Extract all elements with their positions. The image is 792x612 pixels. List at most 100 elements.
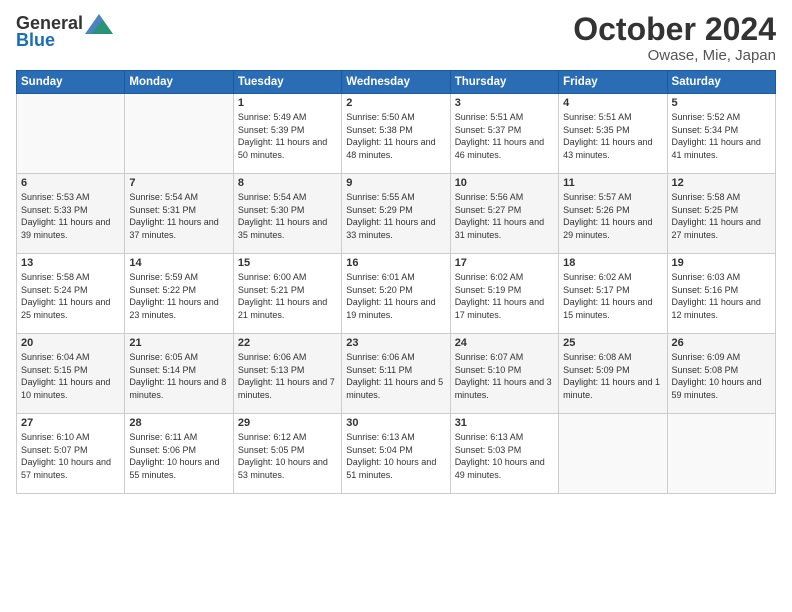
logo: General Blue	[16, 12, 113, 51]
day-number: 20	[21, 337, 120, 349]
month-title: October 2024	[573, 12, 776, 47]
calendar-cell	[125, 94, 233, 174]
day-info: Sunrise: 6:01 AMSunset: 5:20 PMDaylight:…	[346, 272, 435, 320]
calendar-cell: 14 Sunrise: 5:59 AMSunset: 5:22 PMDayligh…	[125, 254, 233, 334]
day-number: 2	[346, 97, 445, 109]
calendar-cell: 4Sunrise: 5:51 AMSunset: 5:35 PMDaylight…	[559, 94, 667, 174]
title-block: October 2024 Owase, Mie, Japan	[573, 12, 776, 64]
day-number: 7	[129, 177, 228, 189]
day-number: 14	[129, 257, 228, 269]
day-number: 9	[346, 177, 445, 189]
day-number: 26	[672, 337, 771, 349]
calendar-cell: 6 Sunrise: 5:53 AMSunset: 5:33 PMDaylight…	[17, 174, 125, 254]
calendar-cell: 11Sunrise: 5:57 AMSunset: 5:26 PMDayligh…	[559, 174, 667, 254]
day-info: Sunrise: 6:11 AMSunset: 5:06 PMDaylight:…	[129, 432, 219, 480]
day-info: Sunrise: 5:52 AMSunset: 5:34 PMDaylight:…	[672, 112, 761, 160]
day-info: Sunrise: 5:58 AMSunset: 5:25 PMDaylight:…	[672, 192, 761, 240]
day-info: Sunrise: 5:55 AMSunset: 5:29 PMDaylight:…	[346, 192, 435, 240]
calendar-week-0: 1Sunrise: 5:49 AMSunset: 5:39 PMDaylight…	[17, 94, 776, 174]
calendar-cell: 2 Sunrise: 5:50 AMSunset: 5:38 PMDaylight…	[342, 94, 450, 174]
calendar-cell: 12 Sunrise: 5:58 AMSunset: 5:25 PMDayligh…	[667, 174, 775, 254]
day-info: Sunrise: 5:53 AMSunset: 5:33 PMDaylight:…	[21, 192, 110, 240]
calendar-cell: 18 Sunrise: 6:02 AMSunset: 5:17 PMDayligh…	[559, 254, 667, 334]
day-number: 13	[21, 257, 120, 269]
day-info: Sunrise: 6:04 AMSunset: 5:15 PMDaylight:…	[21, 352, 110, 400]
day-info: Sunrise: 6:08 AMSunset: 5:09 PMDaylight:…	[563, 352, 660, 400]
day-number: 5	[672, 97, 771, 109]
day-number: 28	[129, 417, 228, 429]
calendar-cell: 16 Sunrise: 6:01 AMSunset: 5:20 PMDayligh…	[342, 254, 450, 334]
day-info: Sunrise: 6:00 AMSunset: 5:21 PMDaylight:…	[238, 272, 327, 320]
day-number: 12	[672, 177, 771, 189]
calendar-cell: 24 Sunrise: 6:07 AMSunset: 5:10 PMDayligh…	[450, 334, 558, 414]
day-number: 16	[346, 257, 445, 269]
calendar-week-4: 27 Sunrise: 6:10 AMSunset: 5:07 PMDayligh…	[17, 414, 776, 494]
calendar-week-1: 6 Sunrise: 5:53 AMSunset: 5:33 PMDaylight…	[17, 174, 776, 254]
day-number: 24	[455, 337, 554, 349]
calendar-cell: 23 Sunrise: 6:06 AMSunset: 5:11 PMDayligh…	[342, 334, 450, 414]
day-number: 18	[563, 257, 662, 269]
calendar-cell: 22Sunrise: 6:06 AMSunset: 5:13 PMDayligh…	[233, 334, 341, 414]
calendar-cell: 20 Sunrise: 6:04 AMSunset: 5:15 PMDayligh…	[17, 334, 125, 414]
day-number: 1	[238, 97, 337, 109]
day-info: Sunrise: 6:02 AMSunset: 5:17 PMDaylight:…	[563, 272, 652, 320]
day-number: 4	[563, 97, 662, 109]
day-number: 30	[346, 417, 445, 429]
calendar-cell: 26 Sunrise: 6:09 AMSunset: 5:08 PMDayligh…	[667, 334, 775, 414]
day-number: 23	[346, 337, 445, 349]
day-info: Sunrise: 6:13 AMSunset: 5:04 PMDaylight:…	[346, 432, 436, 480]
weekday-header-wednesday: Wednesday	[342, 71, 450, 94]
day-info: Sunrise: 6:05 AMSunset: 5:14 PMDaylight:…	[129, 352, 226, 400]
weekday-header-thursday: Thursday	[450, 71, 558, 94]
calendar-cell: 7 Sunrise: 5:54 AMSunset: 5:31 PMDaylight…	[125, 174, 233, 254]
calendar-cell: 30 Sunrise: 6:13 AMSunset: 5:04 PMDayligh…	[342, 414, 450, 494]
weekday-header-tuesday: Tuesday	[233, 71, 341, 94]
day-info: Sunrise: 6:07 AMSunset: 5:10 PMDaylight:…	[455, 352, 552, 400]
calendar-cell: 17 Sunrise: 6:02 AMSunset: 5:19 PMDayligh…	[450, 254, 558, 334]
day-info: Sunrise: 6:02 AMSunset: 5:19 PMDaylight:…	[455, 272, 544, 320]
location: Owase, Mie, Japan	[573, 47, 776, 64]
day-info: Sunrise: 5:56 AMSunset: 5:27 PMDaylight:…	[455, 192, 544, 240]
day-info: Sunrise: 5:54 AMSunset: 5:31 PMDaylight:…	[129, 192, 218, 240]
day-info: Sunrise: 5:54 AMSunset: 5:30 PMDaylight:…	[238, 192, 327, 240]
calendar-cell: 28 Sunrise: 6:11 AMSunset: 5:06 PMDayligh…	[125, 414, 233, 494]
calendar-cell: 15Sunrise: 6:00 AMSunset: 5:21 PMDayligh…	[233, 254, 341, 334]
day-info: Sunrise: 6:12 AMSunset: 5:05 PMDaylight:…	[238, 432, 328, 480]
day-info: Sunrise: 6:13 AMSunset: 5:03 PMDaylight:…	[455, 432, 545, 480]
day-number: 6	[21, 177, 120, 189]
logo-icon	[85, 12, 113, 34]
page-header: General Blue October 2024 Owase, Mie, Ja…	[16, 12, 776, 64]
day-info: Sunrise: 6:03 AMSunset: 5:16 PMDaylight:…	[672, 272, 761, 320]
day-number: 25	[563, 337, 662, 349]
day-number: 10	[455, 177, 554, 189]
day-number: 21	[129, 337, 228, 349]
day-number: 31	[455, 417, 554, 429]
calendar-cell	[559, 414, 667, 494]
weekday-header-monday: Monday	[125, 71, 233, 94]
calendar-cell: 31 Sunrise: 6:13 AMSunset: 5:03 PMDayligh…	[450, 414, 558, 494]
day-info: Sunrise: 6:10 AMSunset: 5:07 PMDaylight:…	[21, 432, 111, 480]
day-number: 3	[455, 97, 554, 109]
day-info: Sunrise: 5:59 AMSunset: 5:22 PMDaylight:…	[129, 272, 218, 320]
day-info: Sunrise: 5:58 AMSunset: 5:24 PMDaylight:…	[21, 272, 110, 320]
calendar-table: SundayMondayTuesdayWednesdayThursdayFrid…	[16, 70, 776, 494]
calendar-cell: 1Sunrise: 5:49 AMSunset: 5:39 PMDaylight…	[233, 94, 341, 174]
day-info: Sunrise: 5:50 AMSunset: 5:38 PMDaylight:…	[346, 112, 435, 160]
calendar-cell: 5 Sunrise: 5:52 AMSunset: 5:34 PMDaylight…	[667, 94, 775, 174]
calendar-cell	[17, 94, 125, 174]
weekday-header-friday: Friday	[559, 71, 667, 94]
calendar-cell: 25 Sunrise: 6:08 AMSunset: 5:09 PMDayligh…	[559, 334, 667, 414]
calendar-cell: 8 Sunrise: 5:54 AMSunset: 5:30 PMDaylight…	[233, 174, 341, 254]
calendar-cell: 19Sunrise: 6:03 AMSunset: 5:16 PMDayligh…	[667, 254, 775, 334]
day-info: Sunrise: 6:06 AMSunset: 5:11 PMDaylight:…	[346, 352, 443, 400]
calendar-week-3: 20 Sunrise: 6:04 AMSunset: 5:15 PMDayligh…	[17, 334, 776, 414]
day-info: Sunrise: 6:09 AMSunset: 5:08 PMDaylight:…	[672, 352, 762, 400]
day-number: 11	[563, 177, 662, 189]
day-number: 27	[21, 417, 120, 429]
weekday-header-saturday: Saturday	[667, 71, 775, 94]
weekday-header-sunday: Sunday	[17, 71, 125, 94]
calendar-week-2: 13 Sunrise: 5:58 AMSunset: 5:24 PMDayligh…	[17, 254, 776, 334]
day-number: 8	[238, 177, 337, 189]
day-info: Sunrise: 5:51 AMSunset: 5:37 PMDaylight:…	[455, 112, 544, 160]
day-number: 17	[455, 257, 554, 269]
